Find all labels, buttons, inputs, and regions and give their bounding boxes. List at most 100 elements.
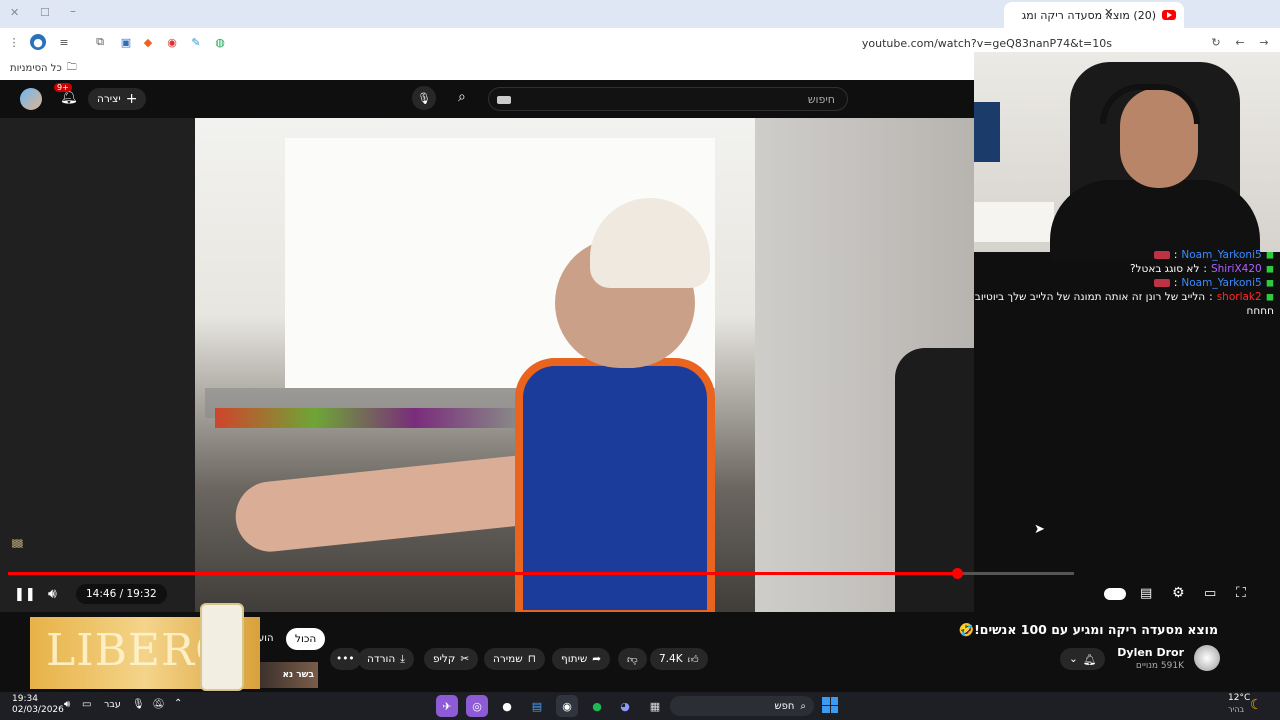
- forward-arrow-icon[interactable]: ←: [1232, 34, 1248, 50]
- create-button[interactable]: + יצירה: [88, 88, 147, 110]
- download-icon: ⤓: [400, 652, 405, 665]
- pause-icon[interactable]: ❚❚: [14, 587, 36, 602]
- chat-badge-icon: ◼: [1265, 277, 1274, 289]
- extension-green-icon[interactable]: ◍: [212, 34, 228, 50]
- keyboard-icon[interactable]: [497, 96, 511, 104]
- clip-label: קליפ: [433, 653, 456, 665]
- chat-emote-icon: [1153, 251, 1170, 259]
- voice-search-icon[interactable]: 🎙︎: [412, 86, 436, 110]
- taskbar-search-label: חפש: [774, 700, 795, 712]
- taskbar-app-purple-icon[interactable]: ◎: [466, 695, 488, 717]
- like-button[interactable]: 👍︎ 7.4K: [650, 648, 708, 670]
- more-actions-button[interactable]: •••: [330, 648, 361, 670]
- share-label: שיתוף: [561, 653, 588, 665]
- url-field[interactable]: youtube.com/watch?v=geQ83nanP74&t=10s: [238, 32, 1204, 54]
- reload-icon[interactable]: ↻: [1208, 34, 1224, 50]
- chat-username: ShiriX420: [1210, 263, 1262, 275]
- menu-dots-icon[interactable]: ⋮: [6, 34, 22, 50]
- bookmarks-bar: כל הסימניות 🗀: [0, 56, 974, 80]
- chat-username: Noam_Yarkoni5: [1181, 277, 1262, 289]
- thumbs-up-icon: 👍︎: [687, 653, 699, 666]
- clip-button[interactable]: ✂ קליפ: [424, 648, 479, 670]
- extension-orange-icon[interactable]: ◆: [140, 34, 156, 50]
- autoplay-toggle[interactable]: [1104, 588, 1126, 600]
- video-player[interactable]: ▒▒: [0, 118, 974, 612]
- extension-red-icon[interactable]: ◉: [164, 34, 180, 50]
- volume-icon[interactable]: 🔊︎: [48, 586, 57, 602]
- tab-close-icon[interactable]: ✕: [1104, 6, 1113, 19]
- save-button[interactable]: ⊓ שמירה: [484, 648, 545, 670]
- chat-text: הלייב של רונן זה אותה תמונה של הלייב שלך…: [974, 291, 1206, 303]
- tray-overflow-chevron-icon[interactable]: ⌃: [174, 698, 182, 709]
- extension-screen-icon[interactable]: ▣: [118, 34, 134, 50]
- windows-start-icon[interactable]: [822, 697, 838, 713]
- thumbnail-text: בשר נא: [282, 670, 315, 680]
- profile-avatar-icon[interactable]: ●: [30, 34, 46, 50]
- recommended-thumbnail[interactable]: בשר נא: [256, 662, 318, 688]
- taskbar-search-icon: ⌕: [800, 700, 806, 712]
- window-minimize-icon[interactable]: –: [70, 4, 76, 18]
- clock-time[interactable]: 19:34: [12, 694, 38, 704]
- chat-message: ◼ Noam_Yarkoni5:: [974, 248, 1280, 262]
- clock-date[interactable]: 02/03/2026: [12, 705, 64, 715]
- search-input[interactable]: חיפוש: [488, 87, 848, 111]
- search-placeholder: חיפוש: [807, 92, 835, 106]
- tab-search-icon[interactable]: ≡: [56, 34, 72, 50]
- bookmark-icon: ⊓: [527, 653, 536, 665]
- chat-message: ◼ shorlak2: הלייב של רונן זה אותה תמונה …: [974, 291, 1274, 303]
- scissors-icon: ✂: [460, 653, 470, 665]
- search-icon[interactable]: ⌕: [458, 89, 466, 105]
- cam-bed: [974, 202, 1054, 242]
- taskbar-explorer-icon[interactable]: ▦: [644, 695, 666, 717]
- chat-text: לא סוגג באטל?: [1129, 263, 1200, 275]
- language-indicator[interactable]: עבר: [104, 699, 121, 710]
- taskbar-spotify-icon[interactable]: ●: [586, 695, 608, 717]
- taskbar-notepad-icon[interactable]: ▤: [526, 695, 548, 717]
- extension-blue-icon[interactable]: ✎: [188, 34, 204, 50]
- filter-chip-all[interactable]: הכול: [286, 628, 326, 650]
- notifications-off-icon[interactable]: 🔕︎: [152, 699, 165, 710]
- taskbar-search[interactable]: חפש ⌕: [670, 696, 814, 716]
- plus-icon: +: [125, 91, 138, 107]
- taskbar-chrome-icon[interactable]: ◉: [556, 695, 578, 717]
- like-count: 7.4K: [659, 653, 683, 665]
- volume-tray-icon[interactable]: 🔊︎: [64, 699, 70, 710]
- all-bookmarks-label[interactable]: כל הסימניות: [10, 63, 62, 74]
- browser-tab-bar: ✕ ☐ – + (20) מוצא מסעדה ריקה ומג ✕: [0, 0, 1280, 28]
- window-close-icon[interactable]: ✕: [10, 6, 19, 19]
- filter-chip-partial[interactable]: הוע: [258, 633, 274, 644]
- channel-name[interactable]: Dylen Dror: [1117, 646, 1184, 659]
- taskbar-discord-icon[interactable]: ◕: [614, 695, 636, 717]
- extensions-icon[interactable]: ⧉: [92, 34, 108, 50]
- settings-gear-icon[interactable]: ⚙: [1172, 585, 1185, 601]
- taskbar-app-red-icon[interactable]: ●: [496, 695, 518, 717]
- theater-mode-icon[interactable]: ▭: [1204, 586, 1216, 601]
- chat-text: חחחח: [1246, 305, 1274, 317]
- download-label: הורדה: [367, 653, 396, 665]
- channel-avatar[interactable]: [1194, 645, 1220, 671]
- download-button[interactable]: ⤓ הורדה: [358, 648, 414, 670]
- tab-title: (20) מוצא מסעדה ריקה ומג: [1021, 8, 1156, 22]
- url-text: youtube.com/watch?v=geQ83nanP74&t=10s: [861, 36, 1112, 50]
- share-button[interactable]: ➦ שיתוף: [552, 648, 611, 670]
- user-avatar[interactable]: [20, 88, 42, 110]
- window-maximize-icon[interactable]: ☐: [40, 6, 50, 19]
- dislike-button[interactable]: 👎︎: [618, 648, 647, 670]
- thumbs-down-icon: 👎︎: [627, 653, 638, 666]
- taskbar-telegram-icon[interactable]: ✈: [436, 695, 458, 717]
- tab-youtube[interactable]: (20) מוצא מסעדה ריקה ומג: [1004, 2, 1184, 28]
- bell-icon: 🔔︎: [1082, 653, 1097, 666]
- weather-temp[interactable]: 12°C: [1228, 693, 1250, 703]
- progress-scrubber[interactable]: [951, 568, 963, 579]
- chevron-down-icon: ⌄: [1069, 653, 1078, 665]
- fullscreen-icon[interactable]: ⛶: [1236, 585, 1246, 601]
- notifications-badge: 9+: [54, 83, 72, 92]
- mic-tray-icon[interactable]: 🎙︎: [132, 699, 145, 710]
- back-arrow-icon[interactable]: →: [1256, 34, 1272, 50]
- weather-moon-icon[interactable]: ☾: [1250, 697, 1263, 713]
- network-tray-icon[interactable]: ▭: [82, 699, 91, 710]
- create-label: יצירה: [97, 93, 121, 105]
- subtitles-icon[interactable]: ▤: [1140, 586, 1152, 601]
- weather-desc: בהיר: [1228, 705, 1245, 714]
- subscribe-bell-button[interactable]: 🔔︎ ⌄: [1060, 648, 1106, 670]
